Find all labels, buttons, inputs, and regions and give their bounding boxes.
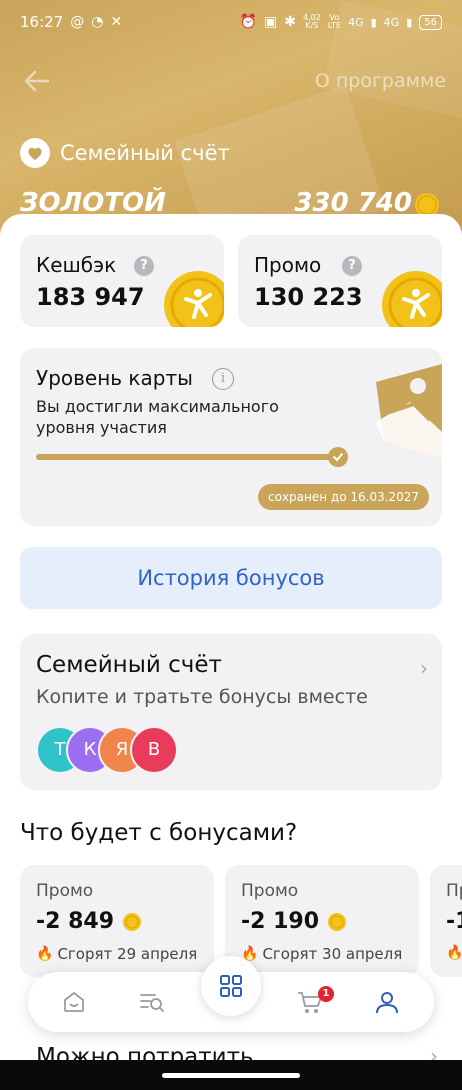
signal-bars-icon: ▮ [370, 15, 377, 29]
burn-card[interactable]: Пр -1 🔥 [430, 865, 462, 977]
back-arrow-icon[interactable] [22, 66, 52, 96]
cashback-card[interactable]: Кешбэк ? 183 947 [20, 235, 224, 327]
burn-value: -2 190 [241, 909, 347, 934]
burn-card[interactable]: Промо -2 190 🔥 Сгорят 30 апреля [225, 865, 419, 977]
level-progress-bar [36, 454, 348, 460]
alarm-icon: ⏰ [239, 14, 257, 30]
signal-4g-2: 4G [383, 15, 400, 29]
level-title: Уровень карты [36, 366, 193, 390]
coin-icon [328, 912, 347, 931]
burn-date-text: Сгорят 29 апреля [57, 945, 198, 963]
cart-badge: 1 [318, 986, 334, 1002]
status-left: 16:27 @ ◔ ✕ [20, 13, 122, 31]
status-time: 16:27 [20, 13, 64, 31]
burn-label: Пр [446, 881, 462, 901]
catalog-search-icon[interactable] [136, 986, 168, 1018]
coin-icon [380, 269, 442, 327]
family-account-card[interactable]: Семейный счёт Копите и тратьте бонусы вм… [20, 634, 442, 790]
app-screen: 16:27 @ ◔ ✕ ⏰ ▣ ✱ 4,02 K/S Vo LTE 4G ▮ 4G ▮ … [0, 0, 462, 1090]
coin-icon [162, 269, 224, 327]
burn-section-title: Что будет с бонусами? [20, 820, 298, 846]
help-icon[interactable]: ? [134, 256, 154, 276]
bluetooth-icon: ✱ [284, 14, 296, 30]
home-indicator[interactable] [162, 1073, 300, 1078]
nfc-icon: ▣ [264, 14, 278, 30]
card-level-card[interactable]: Уровень карты i Вы достигли максимальног… [20, 348, 442, 526]
promo-label: Промо [254, 253, 322, 277]
volte-bottom: LTE [327, 21, 342, 30]
signal-bars-icon: ▮ [406, 15, 413, 29]
avatar: В [130, 726, 178, 774]
promo-card[interactable]: Промо ? 130 223 [238, 235, 442, 327]
info-icon[interactable]: i [212, 368, 234, 390]
at-sign-icon: @ [70, 14, 85, 30]
burn-date-text: Сгорят 30 апреля [262, 945, 403, 963]
help-icon[interactable]: ? [342, 256, 362, 276]
fire-icon: 🔥 [36, 946, 54, 962]
chevron-right-icon: › [420, 656, 428, 680]
family-heart-icon [20, 138, 50, 168]
signal-4g-1: 4G [348, 15, 364, 29]
home-icon[interactable] [58, 986, 90, 1018]
burn-amount: -2 849 [36, 909, 115, 934]
cashback-label: Кешбэк [36, 253, 117, 277]
burn-value: -2 849 [36, 909, 142, 934]
status-bar: 16:27 @ ◔ ✕ ⏰ ▣ ✱ 4,02 K/S Vo LTE 4G ▮ 4G ▮ … [0, 0, 462, 44]
check-icon [328, 447, 348, 467]
runner-icon: ✕ [110, 14, 123, 30]
burn-value: -1 [446, 909, 462, 934]
promo-value: 130 223 [254, 283, 363, 311]
check-circle-icon: ◔ [91, 14, 104, 30]
burn-amount: -2 190 [241, 909, 320, 934]
family-account-header: Семейный счёт [20, 138, 230, 168]
level-progress-fill [36, 454, 348, 460]
family-members-avatars: Т К Я В [36, 726, 256, 774]
bottom-navigation: 1 [28, 956, 434, 1032]
gold-header: 16:27 @ ◔ ✕ ⏰ ▣ ✱ 4,02 K/S Vo LTE 4G ▮ 4G ▮ … [0, 0, 462, 240]
burn-date: 🔥 Сгорят 30 апреля [241, 945, 402, 963]
coin-icon [123, 912, 142, 931]
battery-indicator: 56 [419, 14, 442, 30]
family-account-title: Семейный счёт [60, 141, 230, 165]
bonus-history-button[interactable]: История бонусов [20, 547, 442, 609]
family-card-subtitle: Копите и тратьте бонусы вместе [36, 686, 368, 708]
burn-label: Промо [241, 881, 299, 901]
burn-date: 🔥 Сгорят 29 апреля [36, 945, 197, 963]
apps-grid-icon[interactable] [201, 956, 261, 1016]
family-card-title: Семейный счёт [36, 652, 222, 678]
burn-amount: -1 [446, 909, 462, 934]
net-speed: 4,02 K/S [303, 14, 321, 30]
net-speed-unit: K/S [305, 21, 319, 30]
burn-label: Промо [36, 881, 94, 901]
profile-icon[interactable] [371, 986, 403, 1018]
burn-card[interactable]: Промо -2 849 🔥 Сгорят 29 апреля [20, 865, 214, 977]
gold-card-illustration [370, 362, 442, 466]
status-right: ⏰ ▣ ✱ 4,02 K/S Vo LTE 4G ▮ 4G ▮ 56 [240, 14, 442, 30]
cashback-value: 183 947 [36, 283, 145, 311]
about-program-link[interactable]: О программе [315, 70, 446, 92]
volte-indicator: Vo LTE [328, 14, 341, 30]
level-description: Вы достигли максимального уровня участия [36, 397, 279, 437]
level-saved-badge: сохранен до 16.03.2027 [258, 484, 430, 510]
fire-icon: 🔥 [446, 945, 462, 961]
burn-date: 🔥 [446, 945, 462, 961]
